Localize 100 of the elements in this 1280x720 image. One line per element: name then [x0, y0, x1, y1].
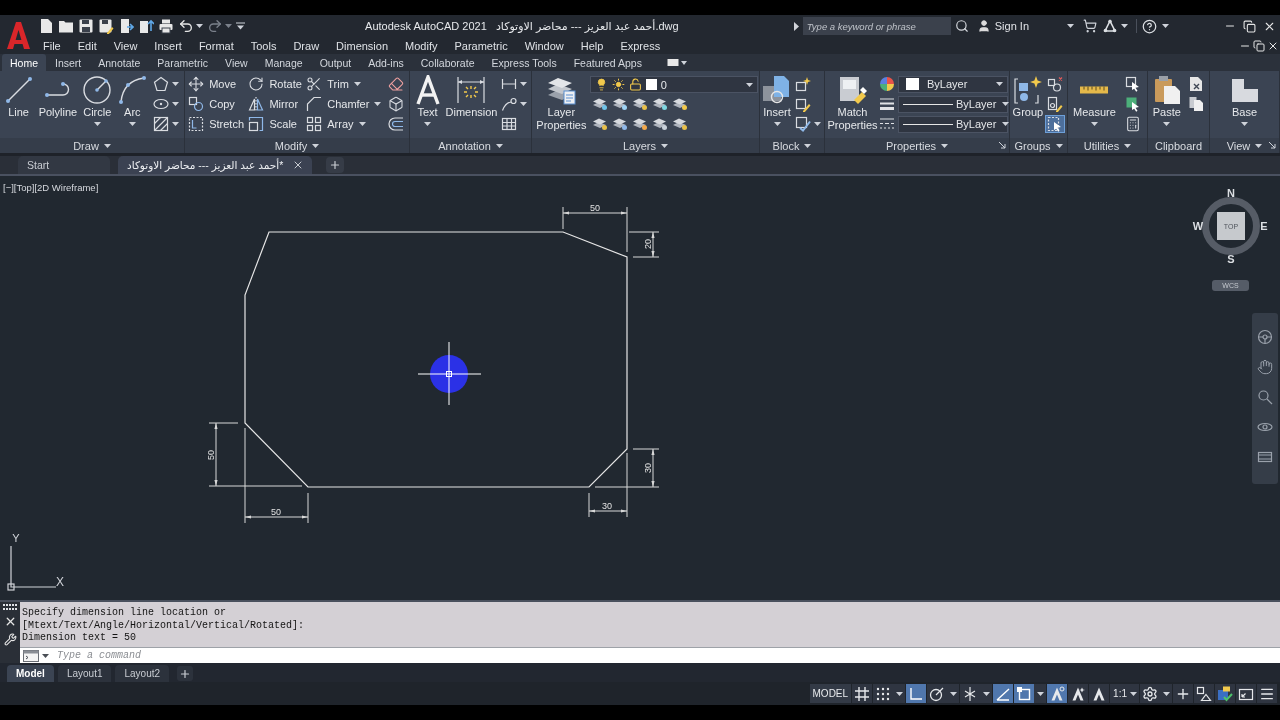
compass-letter[interactable]: S: [1225, 252, 1237, 266]
status-toggle-button[interactable]: [993, 684, 1014, 703]
page-arrow-icon[interactable]: [118, 18, 134, 34]
ribbon-icon-button[interactable]: [499, 95, 530, 113]
film-frame-icon[interactable]: [1257, 449, 1273, 465]
undo-icon[interactable]: [178, 18, 194, 34]
property-dropdown[interactable]: ByLayer: [898, 115, 1008, 133]
ribbon-tab[interactable]: Insert: [47, 54, 90, 71]
cart-icon[interactable]: [1083, 19, 1097, 33]
new-file-icon[interactable]: [38, 18, 54, 34]
ribbon-button[interactable]: Measure: [1072, 73, 1117, 126]
ribbon-button[interactable]: Polyline: [37, 73, 79, 119]
ribbon-tab[interactable]: Collaborate: [412, 54, 483, 71]
ribbon-tab[interactable]: Add-ins: [360, 54, 412, 71]
status-toggle-button[interactable]: [1173, 684, 1193, 703]
menu-item[interactable]: Parametric: [454, 39, 508, 52]
terminal-icon[interactable]: [23, 649, 39, 662]
menu-item[interactable]: Help: [580, 39, 604, 52]
caret-icon[interactable]: [1067, 24, 1074, 28]
ribbon-tab[interactable]: Output: [311, 54, 360, 71]
status-toggle-button[interactable]: [960, 684, 981, 703]
wrench-icon[interactable]: [3, 633, 17, 646]
page-upload-icon[interactable]: [138, 18, 154, 34]
color-wheel-icon[interactable]: [879, 76, 895, 92]
ribbon-button[interactable]: Group: [1011, 73, 1045, 119]
linetype-icon[interactable]: [879, 116, 895, 132]
lineweight-icon[interactable]: [879, 96, 895, 112]
status-toggle-button[interactable]: [852, 684, 873, 703]
app-logo-icon[interactable]: [6, 20, 30, 49]
menu-item[interactable]: View: [113, 39, 138, 52]
menu-item[interactable]: Express: [620, 39, 661, 52]
ribbon-button[interactable]: Arc: [116, 73, 149, 126]
ribbon-button[interactable]: Insert: [761, 73, 793, 126]
ribbon-tool-button[interactable]: Rotate: [248, 74, 302, 94]
status-toggle-button[interactable]: [1215, 684, 1235, 703]
ribbon-button[interactable]: Layer Properties: [533, 73, 590, 132]
ribbon-icon-button[interactable]: [1045, 95, 1066, 113]
panel-title-button[interactable]: View: [1210, 138, 1279, 153]
ribbon-icon-button[interactable]: [385, 115, 406, 133]
menu-item[interactable]: Edit: [77, 39, 97, 52]
redo-icon[interactable]: [207, 18, 223, 34]
model-space-button[interactable]: MODEL: [809, 684, 852, 703]
new-tab-button[interactable]: [326, 157, 345, 173]
ribbon-icon-button[interactable]: [151, 75, 182, 93]
compass-letter[interactable]: W: [1192, 219, 1204, 233]
ribbon-button[interactable]: Dimension: [444, 73, 499, 119]
caret-icon[interactable]: [1121, 24, 1128, 28]
search-field[interactable]: Type a keyword or phrase: [802, 17, 951, 35]
ribbon-icon-button[interactable]: [1045, 115, 1066, 133]
menu-item[interactable]: File: [43, 39, 61, 52]
panel-title-button[interactable]: Utilities: [1068, 138, 1147, 153]
file-tab[interactable]: Start: [18, 156, 110, 174]
status-toggle-button[interactable]: [927, 684, 948, 703]
panel-title-button[interactable]: Annotation: [410, 138, 531, 153]
caret-icon[interactable]: [42, 653, 49, 658]
menu-item[interactable]: Window: [524, 39, 564, 52]
layout-tab[interactable]: Model: [7, 665, 54, 682]
ribbon-tool-button[interactable]: Stretch: [188, 114, 245, 134]
status-toggle-button[interactable]: [873, 684, 894, 703]
command-input[interactable]: Type a command: [57, 648, 357, 663]
ribbon-tool-button[interactable]: Chamfer: [306, 94, 382, 114]
menu-item[interactable]: Dimension: [336, 39, 389, 52]
menu-item[interactable]: Draw: [293, 39, 320, 52]
ribbon-tool-button[interactable]: Mirror: [248, 94, 302, 114]
ribbon-tool-button[interactable]: Copy: [188, 94, 245, 114]
save-as-icon[interactable]: [98, 18, 114, 34]
ribbon-tab[interactable]: View: [217, 54, 256, 71]
annotation-scale-button[interactable]: 1:1: [1110, 684, 1139, 703]
property-dropdown[interactable]: ByLayer: [898, 75, 1008, 93]
panel-title-button[interactable]: Properties: [825, 138, 1009, 153]
ribbon-tab[interactable]: Annotate: [90, 54, 149, 71]
caret-icon[interactable]: [196, 24, 203, 28]
ribbon-tab[interactable]: Express Tools: [483, 54, 565, 71]
ribbon-button[interactable]: Text: [411, 73, 444, 126]
dropdown-button[interactable]: [947, 684, 960, 703]
status-toggle-button[interactable]: [1089, 684, 1110, 703]
pan-hand-icon[interactable]: [1257, 359, 1273, 375]
launcher-arrow-icon[interactable]: [999, 142, 1006, 149]
status-toggle-button[interactable]: [1014, 684, 1035, 703]
ribbon-tab[interactable]: Parametric: [149, 54, 217, 71]
panel-title-button[interactable]: Clipboard: [1148, 138, 1209, 153]
save-icon[interactable]: [78, 18, 94, 34]
steering-wheel-icon[interactable]: [1257, 329, 1273, 345]
ribbon-button[interactable]: Match Properties: [826, 73, 879, 132]
dropdown-button[interactable]: [980, 684, 993, 703]
dropdown-button[interactable]: [893, 684, 906, 703]
compass-letter[interactable]: E: [1258, 219, 1270, 233]
arrow-right-icon[interactable]: [793, 21, 799, 31]
panel-title-button[interactable]: Block: [760, 138, 824, 153]
zoom-icon[interactable]: [1257, 389, 1273, 405]
restore-icon[interactable]: [1253, 39, 1265, 52]
rectangle-caret-icon[interactable]: [666, 58, 687, 67]
sign-in-button[interactable]: Sign In: [976, 19, 1029, 33]
layout-tab[interactable]: Layout2: [115, 665, 170, 682]
ribbon-tab[interactable]: Home: [2, 54, 46, 71]
menu-item[interactable]: Format: [198, 39, 234, 52]
panel-title-button[interactable]: Draw: [0, 138, 184, 153]
ribbon-button[interactable]: Base: [1228, 73, 1261, 126]
launcher-arrow-icon[interactable]: [1269, 142, 1276, 149]
file-tab[interactable]: *أحمد عبد العزيز --- محاضر الاوتوكاد: [118, 156, 313, 174]
